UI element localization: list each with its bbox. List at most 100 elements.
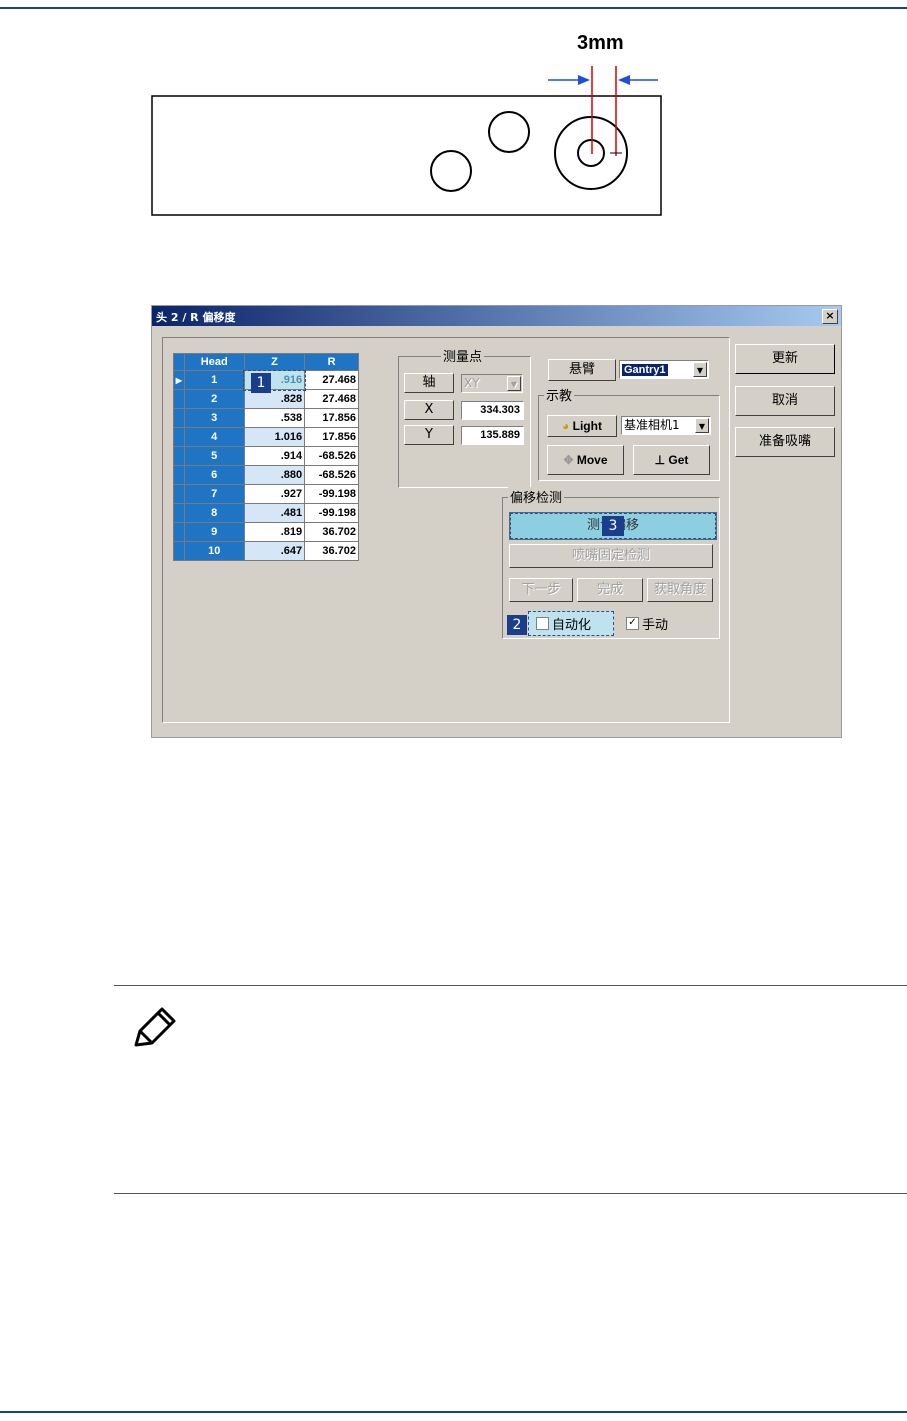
r-cell[interactable]: -99.198 <box>304 484 359 504</box>
z-cell[interactable]: .880 <box>243 465 306 485</box>
get-button-label: Get <box>668 453 689 467</box>
chevron-down-icon: ▼ <box>695 418 709 433</box>
pencil-note-icon <box>134 1007 176 1047</box>
head-cell[interactable]: 7 <box>183 484 245 504</box>
column-header-head[interactable]: Head <box>183 353 245 371</box>
z-cell[interactable]: .927 <box>243 484 306 504</box>
auto-label: 自动化 <box>552 618 592 633</box>
manual-label: 手动 <box>642 618 669 633</box>
table-row[interactable]: 8.481 -99.198 <box>173 503 359 523</box>
move-button[interactable]: ✥ Move <box>547 445 624 475</box>
refresh-button[interactable]: 更新 <box>735 344 835 374</box>
row-indicator[interactable] <box>173 503 185 523</box>
camera-select[interactable]: 基准相机1 ▼ <box>621 416 711 435</box>
r-cell[interactable]: -99.198 <box>304 503 359 523</box>
r-cell[interactable]: 17.856 <box>304 408 359 428</box>
r-cell[interactable]: 36.702 <box>304 522 359 542</box>
axis-select[interactable]: XY ▼ <box>461 374 523 393</box>
gantry-select[interactable]: Gantry1 ▼ <box>619 360 709 379</box>
table-row[interactable]: 7.927 -99.198 <box>173 484 359 504</box>
chevron-down-icon: ▼ <box>693 362 707 377</box>
z-cell[interactable]: .538 <box>243 408 306 428</box>
y-field[interactable]: 135.889 <box>461 426 524 445</box>
axis-label: 轴 <box>404 373 454 393</box>
head-cell[interactable]: 3 <box>183 408 245 428</box>
light-button[interactable]: ◕ Light <box>547 415 617 437</box>
callout-badge-2: 2 <box>507 615 527 635</box>
row-indicator[interactable] <box>173 389 185 409</box>
prepare-nozzle-button[interactable]: 准备吸嘴 <box>735 427 835 457</box>
nozzle-fixed-detect-button[interactable]: 喷嘴固定检测 <box>509 544 713 568</box>
top-rule <box>0 7 907 9</box>
get-angle-button[interactable]: 获取角度 <box>647 578 713 602</box>
r-cell[interactable]: -68.526 <box>304 446 359 466</box>
inner-ring-circle <box>577 139 605 167</box>
r-cell[interactable]: 36.702 <box>304 541 359 561</box>
hole-circle <box>488 111 530 153</box>
next-step-button[interactable]: 下一步 <box>509 578 573 602</box>
r-cell[interactable]: 27.468 <box>304 389 359 409</box>
camera-value: 基准相机1 <box>624 418 680 432</box>
dialog-title: 头 2 / R 偏移度 <box>156 311 236 324</box>
table-row[interactable]: 5.914 -68.526 <box>173 446 359 466</box>
light-button-label: Light <box>572 419 602 433</box>
row-indicator[interactable] <box>173 427 185 447</box>
table-row[interactable]: 4 1.016 17.856 <box>173 427 359 447</box>
table-corner <box>173 353 185 371</box>
row-indicator[interactable] <box>173 541 185 561</box>
manual-checkbox[interactable]: ✓ <box>626 617 639 630</box>
table-row[interactable]: 3.538 17.856 <box>173 408 359 428</box>
r-cell[interactable]: 27.468 <box>304 370 359 390</box>
cancel-button[interactable]: 取消 <box>735 386 835 416</box>
table-row[interactable]: 6.880 -68.526 <box>173 465 359 485</box>
table-row[interactable]: 9.819 36.702 <box>173 522 359 542</box>
row-indicator[interactable] <box>173 446 185 466</box>
teach-label: 示教 <box>544 385 575 404</box>
bottom-rule <box>0 1411 907 1413</box>
column-header-z[interactable]: Z <box>243 353 306 371</box>
z-cell[interactable]: .481 <box>243 503 306 523</box>
dialog-titlebar: 头 2 / R 偏移度 × <box>152 306 841 326</box>
get-button[interactable]: ⊥ Get <box>633 445 710 475</box>
head-cell[interactable]: 9 <box>183 522 245 542</box>
x-field[interactable]: 334.303 <box>461 401 524 420</box>
z-cell[interactable]: .819 <box>243 522 306 542</box>
head-offset-dialog: 头 2 / R 偏移度 × Head Z R ▶ 1.916 27.468 2.828… <box>151 305 842 738</box>
measure-point-label: 测量点 <box>441 346 485 365</box>
head-cell[interactable]: 10 <box>183 541 245 561</box>
z-cell[interactable]: .914 <box>243 446 306 466</box>
head-cell[interactable]: 8 <box>183 503 245 523</box>
table-row[interactable]: 10.647 36.702 <box>173 541 359 561</box>
gantry-label: 悬臂 <box>548 359 616 381</box>
callout-badge-1: 1 <box>251 373 271 393</box>
auto-checkbox[interactable] <box>536 617 549 630</box>
close-button[interactable]: × <box>822 309 838 324</box>
row-indicator[interactable] <box>173 484 185 504</box>
head-cell[interactable]: 6 <box>183 465 245 485</box>
offset-diagram <box>151 66 662 216</box>
dimension-label: 3mm <box>577 32 624 54</box>
row-indicator[interactable] <box>173 408 185 428</box>
z-cell[interactable]: 1.016 <box>243 427 306 447</box>
z-cell[interactable]: .647 <box>243 541 306 561</box>
row-indicator-arrow-icon[interactable]: ▶ <box>173 370 185 390</box>
axes-icon: ⊥ <box>654 453 666 467</box>
hole-circle <box>430 150 472 192</box>
axis-value: XY <box>464 376 480 390</box>
head-cell[interactable]: 5 <box>183 446 245 466</box>
row-indicator[interactable] <box>173 522 185 542</box>
board-outline <box>151 95 662 216</box>
finish-button[interactable]: 完成 <box>577 578 643 602</box>
callout-badge-3: 3 <box>602 516 624 536</box>
note-bottom-rule <box>114 1193 907 1194</box>
move-arrows-icon: ✥ <box>563 453 574 467</box>
r-cell[interactable]: 17.856 <box>304 427 359 447</box>
r-cell[interactable]: -68.526 <box>304 465 359 485</box>
row-indicator[interactable] <box>173 465 185 485</box>
head-cell[interactable]: 4 <box>183 427 245 447</box>
head-cell[interactable]: 1 <box>183 370 245 390</box>
offset-detect-label: 偏移检测 <box>508 487 565 506</box>
column-header-r[interactable]: R <box>304 353 359 371</box>
chevron-down-icon: ▼ <box>507 376 521 391</box>
head-cell[interactable]: 2 <box>183 389 245 409</box>
